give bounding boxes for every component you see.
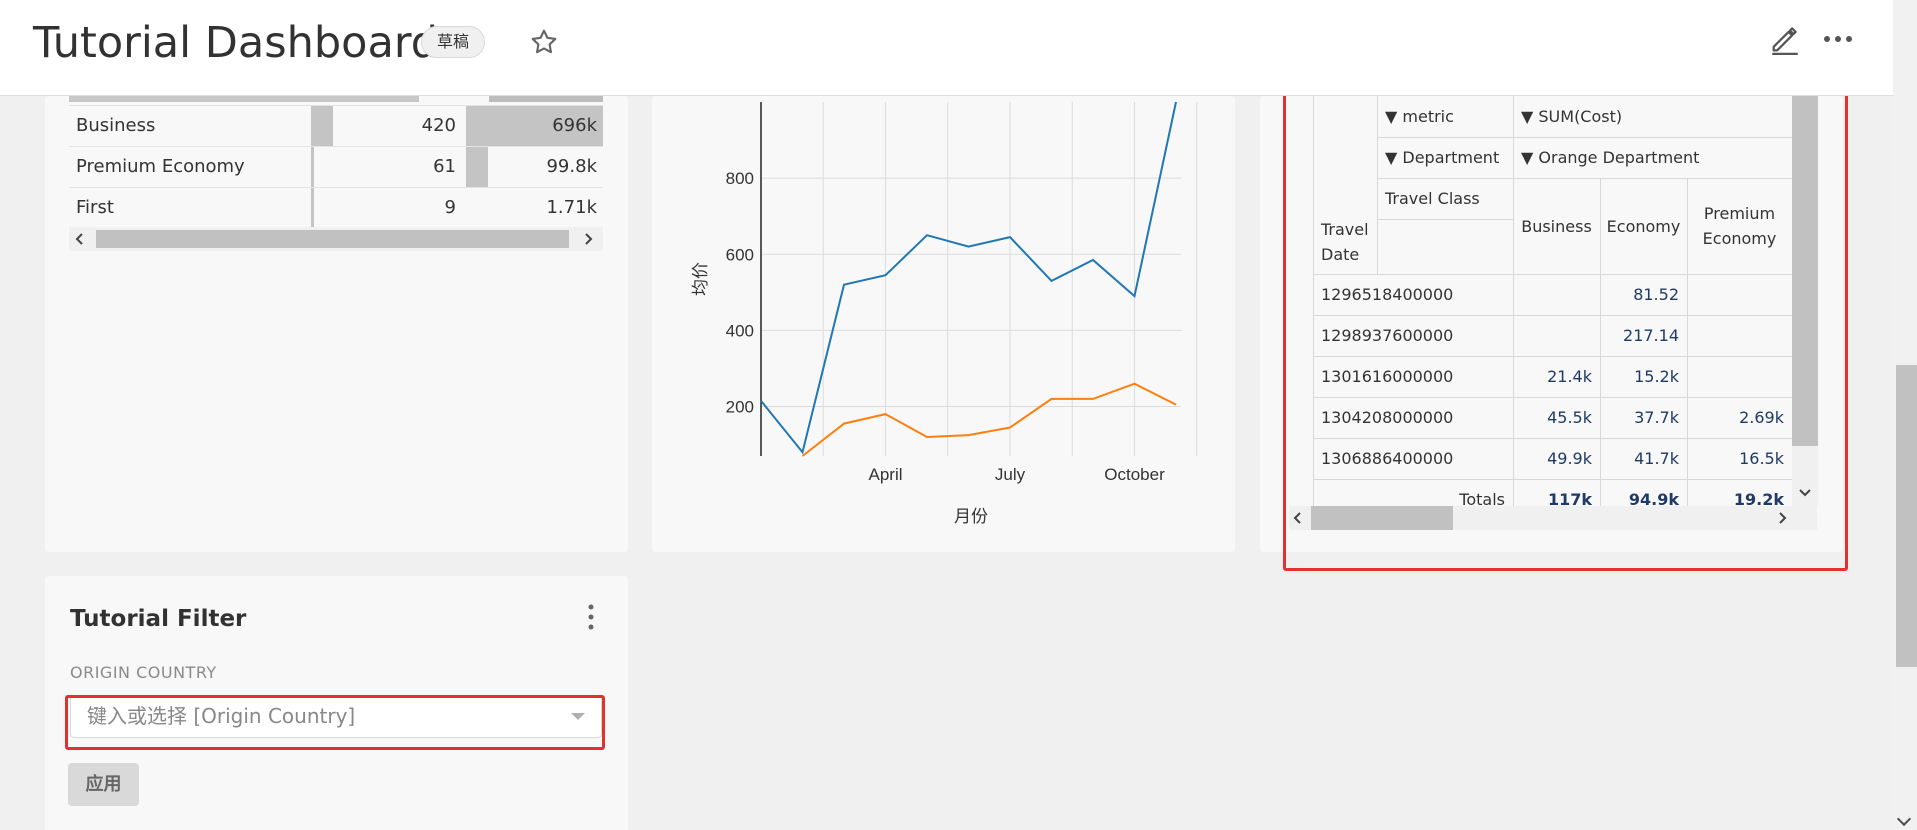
filter-label: ORIGIN COUNTRY: [70, 663, 217, 682]
table-row: First 9 1.71k: [69, 187, 603, 228]
filter-title: Tutorial Filter: [70, 606, 247, 632]
ellipsis-icon[interactable]: [1818, 24, 1858, 54]
apply-button[interactable]: 应用: [68, 763, 139, 806]
draft-badge[interactable]: 草稿: [421, 26, 486, 58]
scrollbar-thumb[interactable]: [96, 230, 569, 248]
y-tick-label: 400: [726, 321, 754, 340]
row-count: 9: [444, 197, 456, 218]
y-tick-label: 800: [726, 169, 754, 188]
horizontal-scrollbar[interactable]: [69, 227, 603, 251]
star-outline-icon[interactable]: [528, 26, 560, 58]
table-row-partial-bar: [489, 96, 603, 102]
dashboard-title[interactable]: Tutorial Dashboard: [33, 18, 438, 68]
x-axis-label: 月份: [954, 507, 988, 527]
highlight-box: [65, 695, 605, 750]
vertical-ellipsis-icon[interactable]: [586, 602, 596, 632]
scrollbar-thumb[interactable]: [1896, 365, 1917, 667]
x-tick-label: October: [1104, 465, 1165, 484]
row-value: 696k: [552, 115, 597, 136]
highlight-box: [1283, 84, 1848, 571]
chevron-right-icon[interactable]: [581, 232, 595, 246]
row-name: First: [76, 197, 114, 218]
row-count: 420: [421, 115, 456, 136]
chevron-left-icon[interactable]: [73, 232, 87, 246]
x-tick-label: April: [868, 465, 902, 484]
series-line-2: [801, 382, 1177, 457]
chevron-down-icon[interactable]: [1896, 811, 1912, 827]
row-value: 99.8k: [546, 156, 597, 177]
line-chart-panel: 200 400 600 800 April July October 月份 均价: [652, 96, 1235, 552]
row-name: Premium Economy: [76, 156, 245, 177]
table-chart-panel: Business 420 696k Premium Economy 61 99.8k Fir…: [45, 96, 628, 552]
y-tick-label: 600: [726, 245, 754, 264]
line-chart: 200 400 600 800 April July October 月份 均价: [691, 101, 1198, 527]
row-value: 1.71k: [546, 197, 597, 218]
page-scrollbar[interactable]: [1893, 0, 1917, 830]
y-axis-label: 均价: [691, 262, 711, 296]
row-name: Business: [76, 115, 156, 136]
table-row: Premium Economy 61 99.8k: [69, 146, 603, 187]
row-count: 61: [433, 156, 456, 177]
x-tick-label: July: [995, 465, 1026, 484]
table-row-partial: [69, 96, 603, 102]
y-tick-label: 200: [726, 398, 754, 417]
dashboard-header: Tutorial Dashboard 草稿: [0, 0, 1893, 96]
table-row-partial-bar: [69, 96, 419, 102]
table-row: Business 420 696k: [69, 105, 603, 146]
pencil-icon[interactable]: [1768, 22, 1802, 56]
